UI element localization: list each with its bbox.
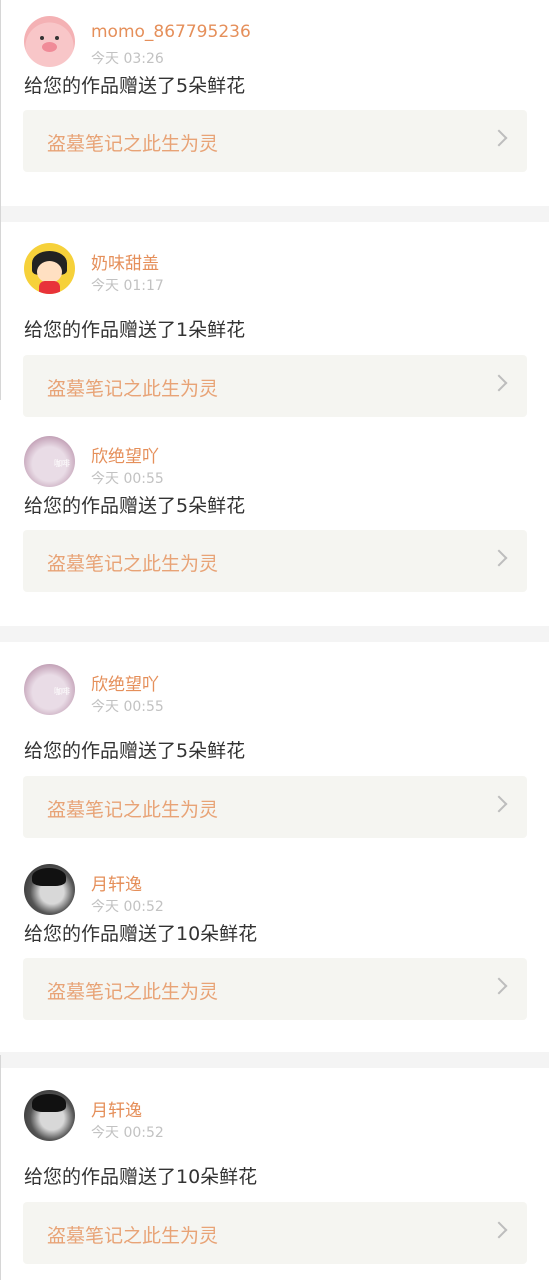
chevron-right-icon	[490, 1221, 508, 1239]
work-link-card[interactable]: 盗墓笔记之此生为灵	[23, 110, 527, 172]
notification-item: 咖啡 欣绝望吖 今天 00:55 给您的作品赠送了5朵鲜花 盗墓笔记之此生为灵	[0, 420, 549, 626]
avatar[interactable]	[24, 16, 75, 67]
user-row[interactable]: 月轩逸 今天 00:52	[24, 864, 524, 916]
work-link-card[interactable]: 盗墓笔记之此生为灵	[23, 355, 527, 417]
work-title: 盗墓笔记之此生为灵	[47, 133, 219, 155]
user-row[interactable]: 奶味甜盖 今天 01:17	[24, 243, 524, 295]
notification-item: 月轩逸 今天 00:52 给您的作品赠送了10朵鲜花 盗墓笔记之此生为灵	[0, 1068, 549, 1278]
notification-item: 咖啡 欣绝望吖 今天 00:55 给您的作品赠送了5朵鲜花 盗墓笔记之此生为灵	[0, 642, 549, 848]
avatar[interactable]: 咖啡	[24, 664, 75, 715]
avatar[interactable]	[24, 1090, 75, 1141]
chevron-right-icon	[490, 977, 508, 995]
work-title: 盗墓笔记之此生为灵	[47, 553, 219, 575]
chevron-right-icon	[490, 374, 508, 392]
user-row[interactable]: momo_867795236 今天 03:26	[24, 16, 524, 68]
work-title: 盗墓笔记之此生为灵	[47, 799, 219, 821]
gift-message: 给您的作品赠送了5朵鲜花	[24, 75, 246, 97]
work-link-card[interactable]: 盗墓笔记之此生为灵	[23, 958, 527, 1020]
avatar[interactable]: 咖啡	[24, 436, 75, 487]
section-divider	[0, 1052, 549, 1068]
section-divider	[0, 626, 549, 642]
timestamp: 今天 00:52	[91, 1125, 164, 1141]
work-title: 盗墓笔记之此生为灵	[47, 1225, 219, 1247]
work-link-card[interactable]: 盗墓笔记之此生为灵	[23, 530, 527, 592]
work-link-card[interactable]: 盗墓笔记之此生为灵	[23, 776, 527, 838]
gift-message: 给您的作品赠送了10朵鲜花	[24, 1166, 258, 1188]
section-divider	[0, 206, 549, 222]
work-link-card[interactable]: 盗墓笔记之此生为灵	[23, 1202, 527, 1264]
avatar[interactable]	[24, 864, 75, 915]
timestamp: 今天 00:55	[91, 471, 164, 487]
notification-item: momo_867795236 今天 03:26 给您的作品赠送了5朵鲜花 盗墓笔…	[0, 0, 549, 206]
username[interactable]: 月轩逸	[91, 1096, 142, 1121]
gift-message: 给您的作品赠送了10朵鲜花	[24, 923, 258, 945]
user-row[interactable]: 月轩逸 今天 00:52	[24, 1090, 524, 1142]
gift-message: 给您的作品赠送了5朵鲜花	[24, 495, 246, 517]
gift-message: 给您的作品赠送了5朵鲜花	[24, 740, 246, 762]
chevron-right-icon	[490, 129, 508, 147]
username[interactable]: 欣绝望吖	[91, 670, 159, 695]
avatar[interactable]	[24, 243, 75, 294]
timestamp: 今天 00:55	[91, 699, 164, 715]
gift-message: 给您的作品赠送了1朵鲜花	[24, 319, 246, 341]
timestamp: 今天 01:17	[91, 278, 164, 294]
chevron-right-icon	[490, 795, 508, 813]
username[interactable]: 奶味甜盖	[91, 249, 159, 274]
username[interactable]: momo_867795236	[91, 22, 251, 42]
work-title: 盗墓笔记之此生为灵	[47, 981, 219, 1003]
work-title: 盗墓笔记之此生为灵	[47, 378, 219, 400]
username[interactable]: 欣绝望吖	[91, 442, 159, 467]
user-row[interactable]: 咖啡 欣绝望吖 今天 00:55	[24, 664, 524, 716]
notification-item: 月轩逸 今天 00:52 给您的作品赠送了10朵鲜花 盗墓笔记之此生为灵	[0, 848, 549, 1052]
username[interactable]: 月轩逸	[91, 870, 142, 895]
timestamp: 今天 00:52	[91, 899, 164, 915]
notification-item: 奶味甜盖 今天 01:17 给您的作品赠送了1朵鲜花 盗墓笔记之此生为灵	[0, 222, 549, 420]
timestamp: 今天 03:26	[91, 51, 164, 67]
user-row[interactable]: 咖啡 欣绝望吖 今天 00:55	[24, 436, 524, 488]
chevron-right-icon	[490, 549, 508, 567]
